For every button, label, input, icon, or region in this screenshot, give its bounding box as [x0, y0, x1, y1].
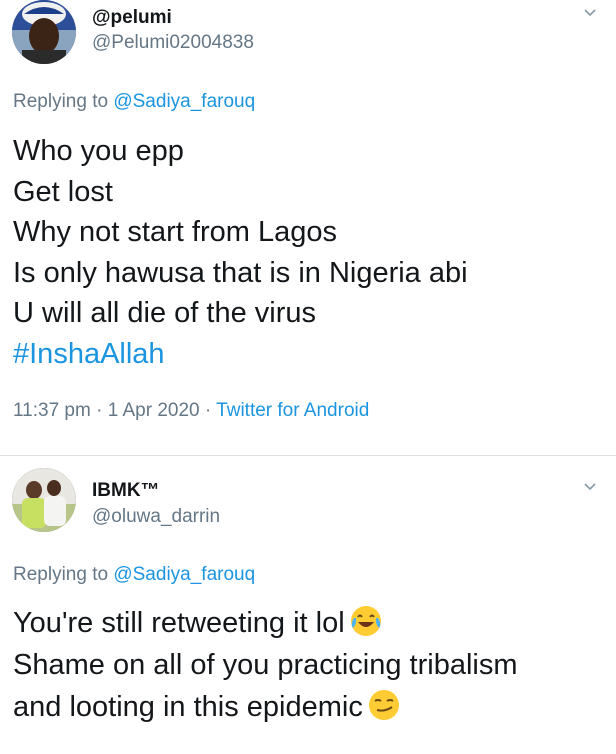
tweet-line: You're still retweeting it lol	[13, 602, 518, 644]
replying-prefix: Replying to	[13, 91, 109, 112]
tweet-text: You're still retweeting it lol Shame on …	[13, 602, 518, 728]
user-handle[interactable]: @Pelumi02004838	[92, 32, 254, 54]
tweet-2[interactable]: IBMK™ @oluwa_darrin Replying to @Sadiya_…	[0, 456, 616, 754]
tweet-1[interactable]: @pelumi @Pelumi02004838 Replying to @Sad…	[0, 0, 616, 456]
display-name[interactable]: @pelumi	[92, 7, 172, 29]
replying-to: Replying to @Sadiya_farouq	[13, 564, 255, 586]
hashtag-link[interactable]: #InshaAllah	[13, 334, 606, 375]
mention-link[interactable]: @Sadiya_farouq	[113, 91, 255, 112]
avatar[interactable]	[12, 468, 76, 532]
tweet-line-text: You're still retweeting it lol	[13, 607, 345, 639]
tears-of-joy-emoji	[350, 606, 381, 636]
replying-prefix: Replying to	[13, 564, 109, 585]
smirk-emoji	[368, 690, 399, 720]
tweet-line-text: and looting in this epidemic	[13, 691, 363, 723]
client-link[interactable]: Twitter for Android	[216, 400, 369, 421]
tweet-text: Who you epp Get lost Why not start from …	[13, 131, 606, 374]
avatar-photo	[12, 0, 76, 64]
tweet-line: Is only hawusa that is in Nigeria abi	[13, 256, 468, 289]
user-handle[interactable]: @oluwa_darrin	[92, 506, 220, 528]
tweet-meta: 11:37 pm · 1 Apr 2020 · Twitter for Andr…	[13, 400, 369, 422]
tweet-line: Shame on all of you practicing tribalism	[13, 649, 518, 681]
avatar[interactable]	[12, 0, 76, 64]
tweet-time[interactable]: 11:37 pm	[13, 400, 91, 421]
avatar-photo	[12, 468, 76, 532]
separator: ·	[96, 400, 103, 421]
tweet-line: and looting in this epidemic	[13, 686, 518, 728]
tweet-line: Who you epp	[13, 135, 184, 167]
tweet-line: U will all die of the virus	[13, 297, 316, 329]
mention-link[interactable]: @Sadiya_farouq	[113, 564, 255, 585]
tweet-line: Get lost	[13, 175, 113, 208]
tweet-date[interactable]: 1 Apr 2020	[108, 400, 200, 421]
tweet-line: Why not start from Lagos	[13, 216, 337, 248]
display-name[interactable]: IBMK™	[92, 480, 160, 502]
chevron-down-icon[interactable]	[584, 6, 596, 18]
replying-to: Replying to @Sadiya_farouq	[13, 91, 255, 113]
separator: ·	[204, 400, 217, 421]
chevron-down-icon[interactable]	[584, 480, 596, 492]
